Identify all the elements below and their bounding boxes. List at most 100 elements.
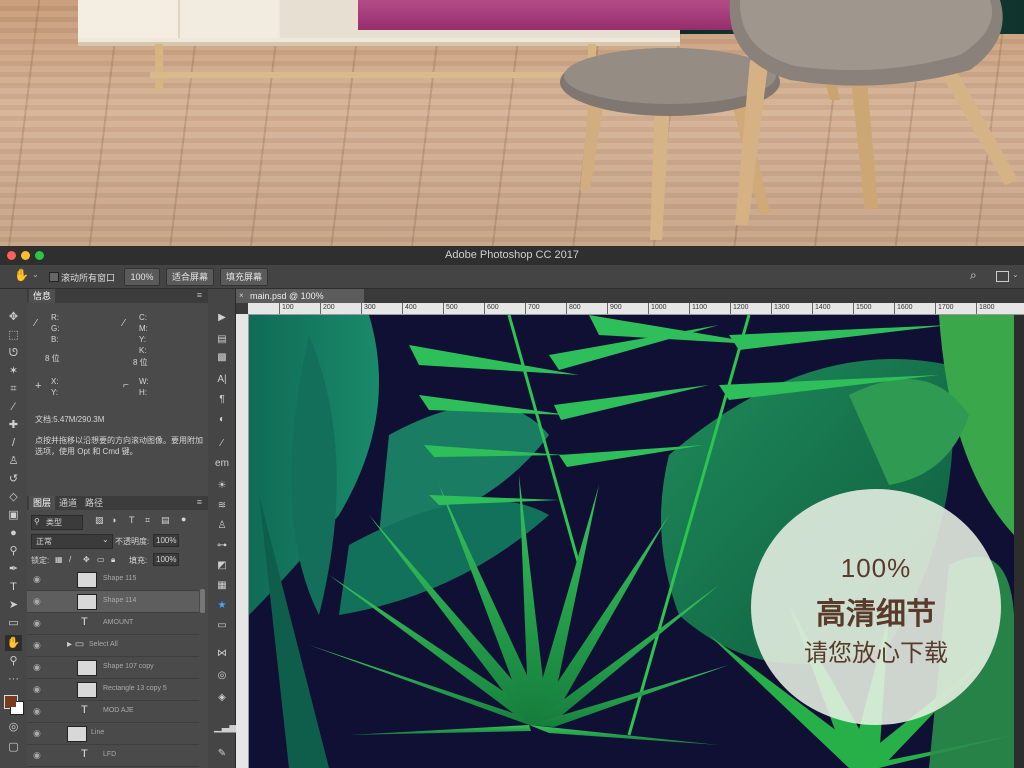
lock-artboard-icon[interactable]: ▭ (97, 555, 105, 564)
visibility-eye-icon[interactable]: ◉ (33, 728, 41, 739)
visibility-eye-icon[interactable]: ◉ (33, 706, 41, 717)
tab-info[interactable]: 信息 (29, 289, 56, 303)
layer-row[interactable]: ◉ ▸ ▭ Select All (27, 635, 199, 657)
type-filter-icon[interactable]: T (129, 515, 135, 525)
lock-all-icon[interactable]: 🔒︎ (111, 555, 115, 565)
adjustments-icon[interactable]: ☀ (214, 479, 230, 493)
star-icon[interactable]: ★ (214, 599, 230, 613)
tab-paths[interactable]: 路径 (81, 496, 107, 510)
visibility-eye-icon[interactable]: ◉ (33, 618, 41, 629)
layer-filter-select[interactable]: ⚲ 类型 (31, 515, 83, 530)
panel-menu-icon[interactable]: ≡ (197, 497, 202, 507)
character-icon[interactable]: A| (214, 373, 230, 387)
opacity-field[interactable]: 100% (153, 534, 180, 547)
hand-tool-icon[interactable]: ✋ (5, 635, 22, 651)
fit-screen-button[interactable]: 适合屏幕 (166, 268, 214, 286)
lock-brush-icon[interactable]: / (69, 555, 71, 564)
visibility-eye-icon[interactable]: ◉ (33, 684, 41, 695)
adjustment-filter-icon[interactable]: ◑ (111, 515, 116, 525)
history-icon[interactable]: ▤ (214, 333, 230, 347)
lock-transparent-icon[interactable]: ▦ (55, 555, 63, 564)
scroll-all-checkbox[interactable] (49, 272, 59, 282)
visibility-eye-icon[interactable]: ◉ (33, 750, 41, 761)
minimize-window-button[interactable] (21, 251, 30, 260)
brush-tool-icon[interactable]: / (5, 435, 22, 451)
fill-field[interactable]: 100% (153, 553, 180, 566)
canvas[interactable]: 100% 高清细节 请您放心下载 (249, 315, 1014, 768)
stamp-tool-icon[interactable]: ♙ (5, 453, 22, 469)
eyedropper-tool-icon[interactable]: ⁄ (5, 399, 22, 415)
close-icon[interactable]: × (239, 289, 244, 303)
blur-tool-icon[interactable]: ● (5, 525, 22, 541)
visibility-eye-icon[interactable]: ◉ (33, 640, 41, 651)
document-tab[interactable]: × main.psd @ 100% (236, 289, 364, 303)
clone-source-icon[interactable]: ♙ (214, 519, 230, 533)
3d-icon[interactable]: ⋈ (214, 647, 230, 661)
lasso-tool-icon[interactable]: ᘎ (5, 345, 22, 361)
visibility-eye-icon[interactable]: ◉ (33, 596, 41, 607)
layers-scrollbar[interactable] (200, 589, 205, 613)
move-tool-icon[interactable]: ✥ (5, 309, 22, 325)
visibility-eye-icon[interactable]: ◉ (33, 662, 41, 673)
notes-icon[interactable]: ✎ (214, 747, 230, 761)
gradient-tool-icon[interactable]: ▣ (5, 507, 22, 523)
image-filter-icon[interactable]: ▨ (95, 515, 104, 526)
play-icon[interactable]: ▶ (214, 311, 230, 325)
shape-filter-icon[interactable]: ⌗ (145, 515, 150, 526)
smart-object-filter-icon[interactable]: ▤ (161, 515, 170, 526)
zoom-100-button[interactable]: 100% (124, 268, 160, 286)
zoom-tool-icon[interactable]: ⚲ (5, 653, 22, 669)
marquee-tool-icon[interactable]: ⬚ (5, 327, 22, 343)
history-brush-tool-icon[interactable]: ↺ (5, 471, 22, 487)
layer-comps-icon[interactable]: ⊶ (214, 539, 230, 553)
layer-row[interactable]: ◉ Shape 115 (27, 569, 199, 591)
magic-wand-tool-icon[interactable]: ✶ (5, 363, 22, 379)
chevron-down-icon[interactable]: ⌄ (32, 270, 39, 279)
panel-menu-icon[interactable]: ≡ (197, 290, 202, 300)
fill-screen-button[interactable]: 填充屏幕 (220, 268, 268, 286)
grid-icon[interactable]: ▦ (214, 579, 230, 593)
libraries-icon[interactable]: ◈ (214, 691, 230, 705)
quick-mask-icon[interactable]: ◎ (5, 719, 22, 735)
layer-row[interactable]: ◉ T MOD AJE (27, 701, 199, 723)
pen-tool-icon[interactable]: ✒ (5, 561, 22, 577)
layer-row[interactable]: ◉ Shape 107 copy (27, 657, 199, 679)
layer-row[interactable]: ◉ Shape 114 (27, 591, 199, 613)
swatches-icon[interactable]: ▩ (214, 351, 230, 365)
type-tool-icon[interactable]: T (5, 579, 22, 595)
navigator-icon[interactable]: ◩ (214, 559, 230, 573)
close-window-button[interactable] (7, 251, 16, 260)
lock-move-icon[interactable]: ✥ (83, 555, 90, 564)
tab-channels[interactable]: 通道 (55, 496, 81, 510)
screen-mode-icon[interactable]: ▢ (5, 739, 22, 755)
brush-settings-icon[interactable]: ⁄ (214, 437, 230, 451)
healing-brush-tool-icon[interactable]: ✚ (5, 417, 22, 433)
layer-row[interactable]: ◉ Line (27, 723, 199, 745)
workspace-icon[interactable] (996, 271, 1009, 282)
histogram-icon[interactable]: ▁▃▅ (214, 721, 237, 735)
color-icon[interactable]: ◐ (214, 413, 230, 427)
layer-row[interactable]: ◉ Rectangle 13 copy 5 (27, 679, 199, 701)
rectangle-tool-icon[interactable]: ▭ (5, 615, 22, 631)
chevron-down-icon[interactable]: ⌄ (1012, 270, 1019, 279)
glyphs-icon[interactable]: em (214, 457, 230, 471)
search-icon[interactable]: ⌕ (970, 268, 977, 283)
properties-icon[interactable]: ≋ (214, 499, 230, 513)
crop-tool-icon[interactable]: ⌗ (5, 381, 22, 397)
layer-row[interactable]: ◉ T LFD (27, 745, 199, 767)
blend-mode-select[interactable]: 正常 ⌄ (31, 534, 113, 549)
measurement-icon[interactable]: ◎ (214, 669, 230, 683)
filter-toggle-icon[interactable]: ● (181, 514, 186, 524)
paragraph-icon[interactable]: ¶ (214, 393, 230, 407)
layer-row[interactable]: ◉ T AMOUNT (27, 613, 199, 635)
vertical-scrollbar[interactable] (1014, 315, 1024, 768)
dodge-tool-icon[interactable]: ⚲ (5, 543, 22, 559)
hand-tool-icon[interactable]: ✋ (14, 268, 29, 282)
eraser-tool-icon[interactable]: ◇ (5, 489, 22, 505)
visibility-eye-icon[interactable]: ◉ (33, 574, 41, 585)
zoom-window-button[interactable] (35, 251, 44, 260)
more-tools-icon[interactable]: ··· (5, 671, 22, 687)
tab-layers[interactable]: 图层 (29, 496, 56, 510)
path-selection-tool-icon[interactable]: ➤ (5, 597, 22, 613)
timeline-icon[interactable]: ▭ (214, 619, 230, 633)
